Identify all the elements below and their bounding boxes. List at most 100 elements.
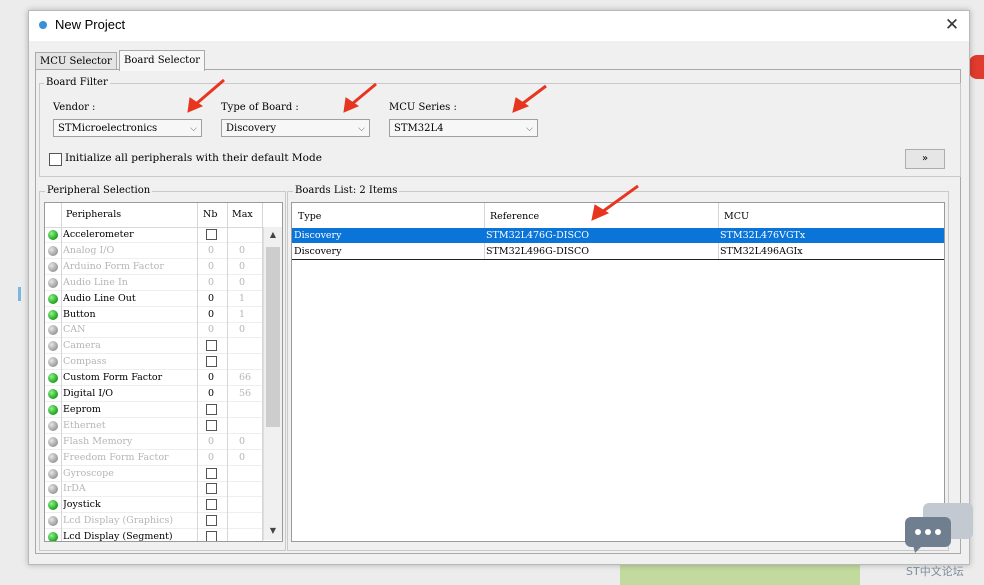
init-peripherals-label: Initialize all peripherals with their de… [65, 152, 322, 164]
scroll-down-icon[interactable]: ▼ [264, 523, 282, 539]
peripheral-table: Peripherals Nb Max Accelerometer Analog I… [44, 202, 283, 542]
vendor-select[interactable]: STMicroelectronics ⌵ [53, 119, 202, 137]
status-disabled-icon [48, 261, 58, 272]
status-enabled-icon [48, 500, 58, 511]
status-disabled-icon [48, 357, 58, 368]
table-row[interactable]: Discovery STM32L496G-DISCO STM32L496AGIx [292, 244, 944, 260]
column-divider [227, 203, 228, 541]
peripheral-name: Camera [63, 340, 101, 352]
board-type-cell: Discovery [294, 230, 342, 241]
board-mcu-cell: STM32L476VGTx [720, 230, 806, 241]
peripheral-checkbox[interactable] [206, 356, 217, 368]
peripheral-nb[interactable]: 0 [208, 259, 224, 275]
table-row[interactable]: Discovery STM32L476G-DISCO STM32L476VGTx [292, 228, 944, 243]
table-row[interactable]: Flash Memory 0 0 [45, 434, 263, 450]
table-row[interactable]: Freedom Form Factor 0 0 [45, 450, 263, 466]
table-row[interactable]: Lcd Display (Graphics) [45, 513, 263, 530]
peripheral-name: Arduino Form Factor [63, 260, 164, 272]
status-disabled-icon [48, 245, 58, 256]
table-row[interactable]: Audio Line In 0 0 [45, 275, 263, 291]
background-window-edge [18, 287, 21, 301]
table-row[interactable]: IrDA [45, 481, 263, 498]
status-disabled-icon [48, 436, 58, 447]
column-header-peripherals[interactable]: Peripherals [66, 207, 196, 223]
table-row[interactable]: Camera [45, 338, 263, 355]
table-row[interactable]: Arduino Form Factor 0 0 [45, 259, 263, 275]
peripheral-name: Lcd Display (Graphics) [63, 515, 174, 527]
peripheral-nb[interactable]: 0 [208, 275, 224, 291]
mcu-series-select[interactable]: STM32L4 ⌵ [389, 119, 538, 137]
status-disabled-icon [48, 452, 58, 463]
peripheral-name: Button [63, 308, 96, 320]
peripheral-nb[interactable]: 0 [208, 386, 224, 402]
peripheral-checkbox[interactable] [206, 467, 217, 479]
peripheral-checkbox[interactable] [206, 419, 217, 431]
peripheral-max: 0 [239, 435, 246, 447]
peripheral-name: Compass [63, 356, 107, 368]
peripheral-nb[interactable]: 0 [208, 370, 224, 386]
peripheral-name: Ethernet [63, 419, 106, 431]
status-disabled-icon [48, 325, 58, 336]
table-row[interactable]: Eeprom [45, 402, 263, 418]
scroll-up-icon[interactable]: ▲ [264, 227, 282, 243]
peripheral-checkbox[interactable] [206, 531, 217, 541]
close-icon[interactable]: ✕ [941, 14, 963, 36]
status-enabled-icon [48, 230, 58, 240]
board-reference-cell: STM32L496G-DISCO [486, 246, 590, 257]
boards-table: Type Reference MCU Discovery STM32L476G-D… [291, 202, 945, 542]
column-header-nb[interactable]: Nb [203, 207, 223, 223]
expand-button[interactable]: » [905, 149, 945, 169]
table-row[interactable]: Audio Line Out 0 1 [45, 291, 263, 307]
column-header-mcu[interactable]: MCU [724, 209, 924, 224]
tab-board-selector[interactable]: Board Selector [119, 50, 205, 71]
peripheral-scrollbar[interactable]: ▲ ▼ [263, 227, 282, 540]
chevron-down-icon: ⌵ [526, 124, 533, 134]
table-row[interactable]: Lcd Display (Segment) [45, 529, 263, 542]
status-disabled-icon [48, 468, 58, 479]
peripheral-nb[interactable]: 0 [208, 307, 224, 323]
background-red-tab [969, 55, 984, 79]
table-row[interactable]: Gyroscope [45, 466, 263, 482]
mcu-series-label: MCU Series : [389, 102, 457, 113]
vendor-value: STMicroelectronics [58, 123, 158, 134]
background-green-shape [620, 563, 860, 585]
table-row[interactable]: Digital I/O 0 56 [45, 386, 263, 402]
type-of-board-select[interactable]: Discovery ⌵ [221, 119, 370, 137]
table-row[interactable]: CAN 0 0 [45, 322, 263, 339]
peripheral-checkbox[interactable] [206, 403, 217, 415]
table-row[interactable]: Accelerometer [45, 227, 263, 243]
peripheral-nb[interactable]: 0 [208, 434, 224, 450]
table-row[interactable]: Ethernet [45, 418, 263, 434]
init-peripherals-checkbox[interactable] [49, 153, 62, 166]
peripheral-nb[interactable]: 0 [208, 291, 224, 307]
peripheral-checkbox[interactable] [206, 515, 217, 527]
peripheral-name: Lcd Display (Segment) [63, 531, 173, 542]
status-enabled-icon [48, 532, 58, 541]
table-row[interactable]: Compass [45, 354, 263, 371]
table-row[interactable]: Custom Form Factor 0 66 [45, 370, 263, 387]
column-header-reference[interactable]: Reference [490, 209, 710, 224]
table-row[interactable]: Button 0 1 [45, 307, 263, 323]
board-filter-label: Board Filter [44, 77, 110, 88]
peripheral-checkbox[interactable] [206, 340, 217, 352]
peripheral-checkbox[interactable] [206, 483, 217, 495]
peripheral-nb[interactable]: 0 [208, 450, 224, 466]
boards-table-header: Type Reference MCU [292, 203, 944, 229]
table-row[interactable]: Analog I/O 0 0 [45, 243, 263, 259]
peripheral-name: CAN [63, 324, 86, 336]
peripheral-name: Accelerometer [63, 229, 134, 240]
peripheral-checkbox[interactable] [206, 499, 217, 511]
type-of-board-label: Type of Board : [221, 102, 299, 113]
peripheral-nb[interactable]: 0 [208, 243, 224, 259]
peripheral-nb[interactable]: 0 [208, 322, 224, 338]
peripheral-checkbox[interactable] [206, 229, 217, 240]
peripheral-name: Flash Memory [63, 435, 133, 447]
tab-mcu-selector[interactable]: MCU Selector [35, 52, 117, 70]
status-disabled-icon [48, 341, 58, 352]
scroll-thumb[interactable] [266, 247, 280, 427]
table-row[interactable]: Joystick [45, 497, 263, 514]
column-divider [61, 203, 62, 541]
column-header-max[interactable]: Max [232, 207, 260, 223]
column-header-type[interactable]: Type [298, 209, 478, 224]
board-type-cell: Discovery [294, 246, 342, 257]
